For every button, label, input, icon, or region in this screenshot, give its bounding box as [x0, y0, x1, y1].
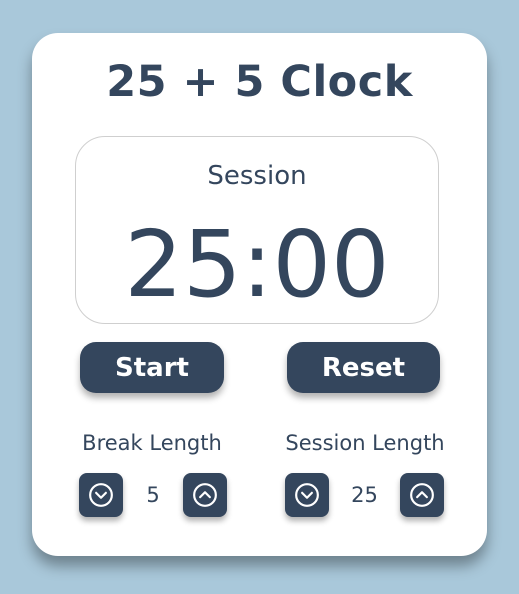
time-left: 25:00	[124, 211, 390, 318]
reset-button[interactable]: Reset	[287, 342, 440, 393]
session-increment-button[interactable]	[400, 473, 444, 517]
reset-button-label: Reset	[321, 352, 406, 383]
break-length-label: Break Length	[82, 431, 222, 455]
break-length-value: 5	[146, 483, 160, 507]
clock-card: 25 + 5 Clock Session 25:00 Start Reset B…	[32, 33, 487, 556]
session-length-label: Session Length	[285, 431, 445, 455]
timer-label: Session	[207, 161, 307, 191]
break-decrement-button[interactable]	[79, 473, 123, 517]
app-title: 25 + 5 Clock	[106, 57, 413, 107]
chevron-up-circle-icon	[193, 483, 217, 507]
timer-display: Session 25:00	[75, 136, 439, 324]
start-button[interactable]: Start	[80, 342, 224, 393]
session-decrement-button[interactable]	[285, 473, 329, 517]
chevron-down-circle-icon	[295, 483, 319, 507]
chevron-down-circle-icon	[89, 483, 113, 507]
session-length-value: 25	[351, 483, 378, 507]
chevron-up-circle-icon	[410, 483, 434, 507]
break-increment-button[interactable]	[183, 473, 227, 517]
start-button-label: Start	[115, 352, 189, 383]
